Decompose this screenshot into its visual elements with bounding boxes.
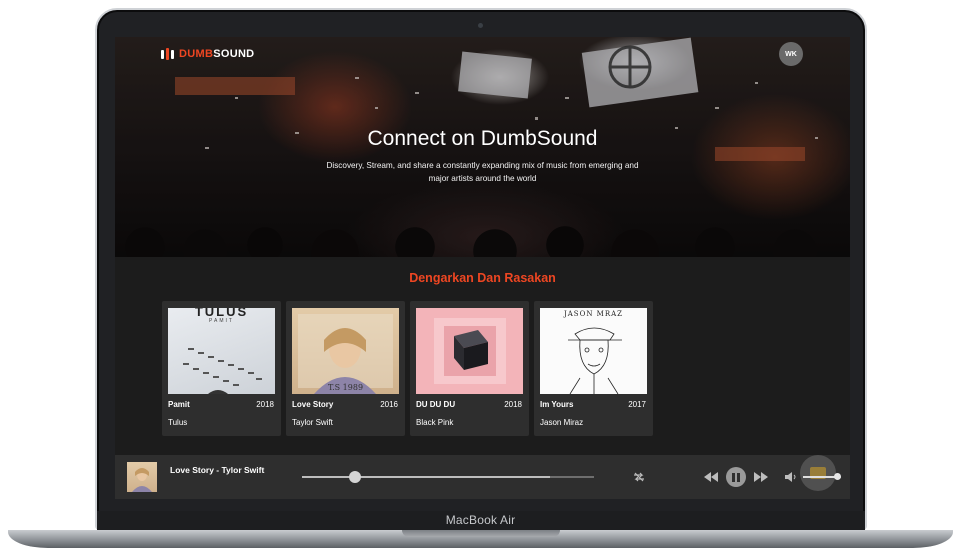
album-cover: JASON MRAZ bbox=[540, 308, 647, 394]
repeat-icon[interactable] bbox=[630, 468, 648, 486]
album-year: 2018 bbox=[504, 400, 522, 409]
hero-banner: DUMBSOUND WK Connect on DumbSound Discov… bbox=[115, 37, 850, 257]
brand-name: DUMBSOUND bbox=[179, 48, 255, 60]
camera-icon bbox=[478, 23, 483, 28]
album-cover: T.S 1989 bbox=[292, 308, 399, 394]
cursor-indicator bbox=[800, 455, 836, 491]
album-cover bbox=[416, 308, 523, 394]
device-label: MacBook Air bbox=[445, 513, 516, 527]
fast-forward-icon[interactable] bbox=[752, 468, 770, 486]
volume-icon[interactable] bbox=[783, 469, 799, 485]
volume-level bbox=[803, 476, 838, 478]
hero-title: Connect on DumbSound bbox=[367, 127, 598, 150]
user-avatar[interactable]: WK bbox=[779, 42, 803, 66]
album-year: 2017 bbox=[628, 400, 646, 409]
seek-handle[interactable] bbox=[348, 471, 361, 483]
rewind-icon[interactable] bbox=[702, 468, 720, 486]
album-card[interactable]: DU DU DU 2018 Black Pink bbox=[410, 301, 529, 436]
album-cover: TULUS PAMIT bbox=[168, 308, 275, 394]
music-player-bar: Love Story - Tylor Swift bbox=[115, 455, 850, 499]
album-list: TULUS PAMIT Pamit 2018 Tulus T.S 1989 Lo… bbox=[162, 301, 653, 436]
app-screen: DUMBSOUND WK Connect on DumbSound Discov… bbox=[115, 37, 850, 499]
album-artist: Taylor Swift bbox=[292, 418, 333, 427]
album-title: Pamit bbox=[168, 400, 190, 409]
hero-subtitle: Discovery, Stream, and share a constantl… bbox=[326, 161, 639, 183]
laptop-notch bbox=[402, 530, 560, 537]
album-card[interactable]: JASON MRAZ Im Yours 2017 Jason Miraz bbox=[534, 301, 653, 436]
album-year: 2016 bbox=[380, 400, 398, 409]
crowd-silhouette bbox=[115, 187, 850, 257]
seek-bar[interactable] bbox=[302, 476, 594, 478]
brand-logo[interactable]: DUMBSOUND bbox=[161, 48, 254, 60]
album-title: Love Story bbox=[292, 400, 334, 409]
now-playing-title: Love Story - Tylor Swift bbox=[170, 465, 265, 475]
album-artist: Jason Miraz bbox=[540, 418, 584, 427]
volume-handle[interactable] bbox=[834, 473, 842, 480]
now-playing-cover bbox=[127, 462, 157, 492]
album-year: 2018 bbox=[256, 400, 274, 409]
album-card[interactable]: TULUS PAMIT Pamit 2018 Tulus bbox=[162, 301, 281, 436]
album-title: DU DU DU bbox=[416, 400, 456, 409]
album-artist: Tulus bbox=[168, 418, 188, 427]
equalizer-icon bbox=[161, 48, 174, 60]
album-title: Im Yours bbox=[540, 400, 574, 409]
album-card[interactable]: T.S 1989 Love Story 2016 Taylor Swift bbox=[286, 301, 405, 436]
pause-icon[interactable] bbox=[726, 467, 746, 487]
album-artist: Black Pink bbox=[416, 418, 454, 427]
seek-buffer bbox=[302, 476, 551, 478]
section-title: Dengarkan Dan Rasakan bbox=[409, 271, 556, 285]
